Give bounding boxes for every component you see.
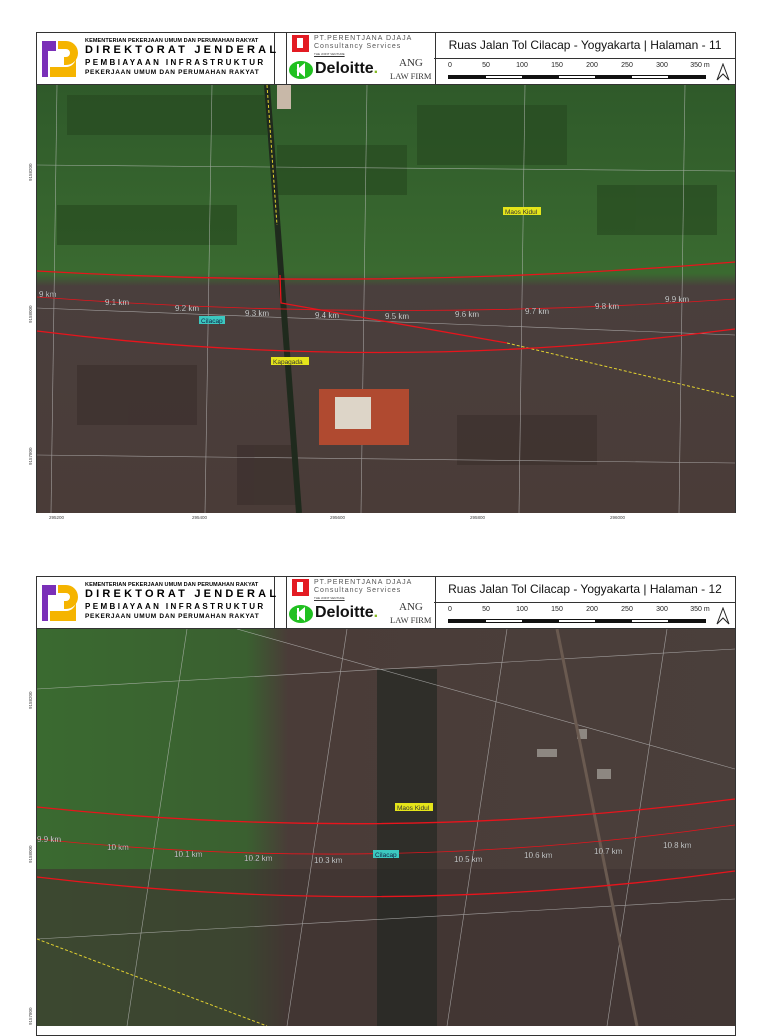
scale-tick: 100 [516,62,528,69]
km-label: 9.5 km [385,312,409,321]
km-label: 9.2 km [175,304,199,313]
y-coordinate: 9158000 [28,845,33,863]
scale-bar: 0 50 100 150 200 250 300 350 m [434,59,736,84]
map-sheet-11: KEMENTERIAN PEKERJAAN UMUM DAN PERUMAHAN… [28,32,736,520]
sheet-header: KEMENTERIAN PEKERJAAN UMUM DAN PERUMAHAN… [37,577,736,629]
directorate-text: DIREKTORAT JENDERAL [85,588,280,600]
km-label: 9.9 km [37,835,61,844]
title-block: Ruas Jalan Tol Cilacap - Yogyakarta | Ha… [434,33,736,84]
division-text: PEMBIAYAAN INFRASTRUKTUR [85,602,266,611]
law-firm-text: LAW FIRM [390,71,432,81]
deloitte-logo: Deloitte. [315,604,379,621]
km-label: 10.8 km [663,841,692,850]
place-label-maos-kidul: Maos Kidul [505,209,538,216]
km-label: 9.1 km [105,298,129,307]
km-label: 10 km [107,843,129,852]
km-label: 9.6 km [455,310,479,319]
scale-tick: 50 [482,606,490,613]
pupr-logo-block: KEMENTERIAN PEKERJAAN UMUM DAN PERUMAHAN… [37,577,276,628]
satellite-map[interactable]: 9.9 km 10 km 10.1 km 10.2 km 10.3 km 10.… [37,629,735,1026]
scale-tick: 250 [621,606,633,613]
km-label: 10.2 km [244,854,273,863]
km-label: 10.6 km [524,851,553,860]
scale-bar: 0 50 100 150 200 250 300 350 m [434,603,736,628]
deloitte-green-logo-icon [289,61,313,79]
dark-vegetation [377,669,437,1026]
y-coordinate: 9157800 [28,1007,33,1025]
y-coordinate: 9157800 [28,447,33,465]
y-coordinate: 9158200 [28,691,33,709]
north-arrow-icon [716,63,730,81]
scale-tick: 50 [482,62,490,69]
pupr-logo-block: KEMENTERIAN PEKERJAAN UMUM DAN PERUMAHAN… [37,33,276,84]
place-label-maos-kidul: Maos Kidul [397,805,430,812]
building [277,85,291,109]
north-arrow-icon [716,607,730,625]
division-sub-text: PEKERJAAN UMUM DAN PERUMAHAN RAKYAT [85,613,260,620]
x-coordinate: 295600 [330,515,346,520]
perentjana-logo-icon [292,579,309,596]
page-title: Ruas Jalan Tol Cilacap - Yogyakarta | Ha… [434,577,736,603]
consultant-subtitle: Consultancy Services [314,43,402,50]
joint-venture-text: THE JOINT VENTURE [314,596,345,600]
scale-tick: 0 [448,606,452,613]
place-label-kapagada: Kapagada [273,359,303,366]
scale-tick: 350 m [690,62,710,69]
consultant-logo-block: PT.PERENTJANA DJAJA Consultancy Services… [286,577,436,628]
km-label: 10.5 km [454,855,483,864]
x-coordinate: 295800 [470,515,486,520]
consultant-logo-block: PT.PERENTJANA DJAJA Consultancy Services… [286,33,436,84]
scale-bar-graphic [448,619,706,623]
ang-logo: ANG [399,57,423,69]
km-label: 10.3 km [314,856,343,865]
scale-tick: 350 m [690,606,710,613]
deloitte-logo: Deloitte. [315,60,379,77]
joint-venture-text: THE JOINT VENTURE [314,52,345,56]
division-text: PEMBIAYAAN INFRASTRUKTUR [85,58,266,67]
km-label: 9.3 km [245,309,269,318]
km-label: 9 km [39,290,57,299]
law-firm-text: LAW FIRM [390,615,432,625]
x-coordinate: 296000 [610,515,626,520]
y-coordinate: 9158200 [28,163,33,181]
page-title: Ruas Jalan Tol Cilacap - Yogyakarta | Ha… [434,33,736,59]
division-sub-text: PEKERJAAN UMUM DAN PERUMAHAN RAKYAT [85,69,260,76]
scale-tick: 200 [586,606,598,613]
scale-tick: 0 [448,62,452,69]
scale-tick: 250 [621,62,633,69]
consultant-name: PT.PERENTJANA DJAJA [314,579,413,586]
satellite-map[interactable]: 9 km 9.1 km 9.2 km 9.3 km 9.4 km 9.5 km … [37,85,735,513]
scale-tick: 300 [656,606,668,613]
directorate-text: DIREKTORAT JENDERAL [85,44,280,56]
sheet-header: KEMENTERIAN PEKERJAAN UMUM DAN PERUMAHAN… [37,33,736,85]
pupr-logo-icon [42,585,78,621]
km-label: 9.9 km [665,295,689,304]
x-coordinate: 295400 [192,515,208,520]
consultant-name: PT.PERENTJANA DJAJA [314,35,413,42]
scale-bar-graphic [448,75,706,79]
y-coordinate: 9158000 [28,305,33,323]
km-label: 9.4 km [315,311,339,320]
scale-tick: 150 [551,606,563,613]
scale-tick: 150 [551,62,563,69]
title-block: Ruas Jalan Tol Cilacap - Yogyakarta | Ha… [434,577,736,628]
place-label-cilacap: Cilacap [375,852,397,859]
scale-tick: 100 [516,606,528,613]
map-sheet-12: KEMENTERIAN PEKERJAAN UMUM DAN PERUMAHAN… [28,576,736,1036]
km-label: 9.7 km [525,307,549,316]
ang-logo: ANG [399,601,423,613]
consultant-subtitle: Consultancy Services [314,587,402,594]
deloitte-green-logo-icon [289,605,313,623]
place-label-cilacap: Cilacap [201,318,223,325]
km-label: 9.8 km [595,302,619,311]
km-label: 10.1 km [174,850,203,859]
km-label: 10.7 km [594,847,623,856]
pupr-logo-icon [40,37,78,80]
scale-tick: 200 [586,62,598,69]
building-courtyard [335,397,371,429]
x-coordinate: 295200 [49,515,65,520]
perentjana-logo-icon [292,35,309,52]
scale-tick: 300 [656,62,668,69]
